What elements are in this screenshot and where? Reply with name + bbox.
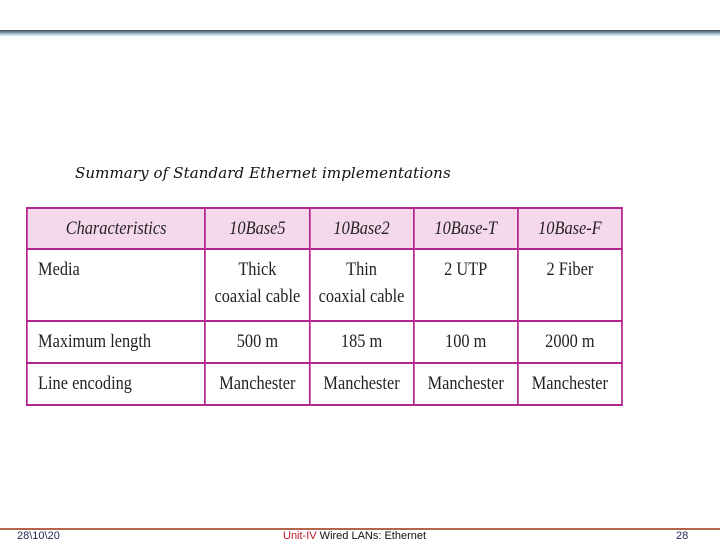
table-caption: Summary of Standard Ethernet implementat… [75, 164, 451, 182]
cell-length-10base5: 500 m [204, 320, 311, 364]
cell-encoding-10base5: Manchester [204, 362, 311, 406]
header-characteristics: Characteristics [25, 207, 207, 250]
cell-encoding-10base-t: Manchester [412, 362, 519, 406]
cell-line: Thin [346, 259, 377, 280]
page-number: 28 [676, 530, 689, 542]
top-rule [0, 30, 720, 36]
header-10base-f: 10Base-F [516, 207, 623, 250]
header-10base5: 10Base5 [204, 207, 311, 250]
ethernet-summary-table: Characteristics 10Base5 10Base2 10Base-T… [25, 207, 623, 406]
cell-length-10base-t: 100 m [412, 320, 519, 364]
footer-topic: Wired LANs: Ethernet [316, 530, 427, 542]
cell-encoding-10base2: Manchester [308, 362, 415, 406]
cell-line: coaxial cable [318, 286, 405, 307]
cell-length-10base-f: 2000 m [516, 320, 623, 364]
table-row: Maximum length 500 m 185 m 100 m 2000 m [25, 320, 623, 364]
cell-media-10base2: Thin coaxial cable [308, 248, 415, 322]
table-row: Media Thick coaxial cable Thin coaxial c… [25, 248, 623, 322]
row-label-media: Media [25, 248, 207, 322]
header-10base-t: 10Base-T [412, 207, 519, 250]
cell-media-10base5: Thick coaxial cable [204, 248, 311, 322]
footer-title: Unit-IV Wired LANs: Ethernet [283, 530, 426, 542]
row-label-max-length: Maximum length [25, 320, 207, 364]
footer-date: 28\10\20 [17, 530, 60, 542]
cell-line: coaxial cable [214, 286, 301, 307]
table-row: Line encoding Manchester Manchester Manc… [25, 362, 623, 406]
cell-media-10base-f: 2 Fiber [516, 248, 623, 322]
cell-line: Thick [238, 259, 277, 280]
cell-media-10base-t: 2 UTP [412, 248, 519, 322]
footer-unit: Unit-IV [283, 530, 317, 542]
cell-length-10base2: 185 m [308, 320, 415, 364]
row-label-line-encoding: Line encoding [25, 362, 207, 406]
header-10base2: 10Base2 [308, 207, 415, 250]
table-header-row: Characteristics 10Base5 10Base2 10Base-T… [25, 207, 623, 250]
cell-encoding-10base-f: Manchester [516, 362, 623, 406]
